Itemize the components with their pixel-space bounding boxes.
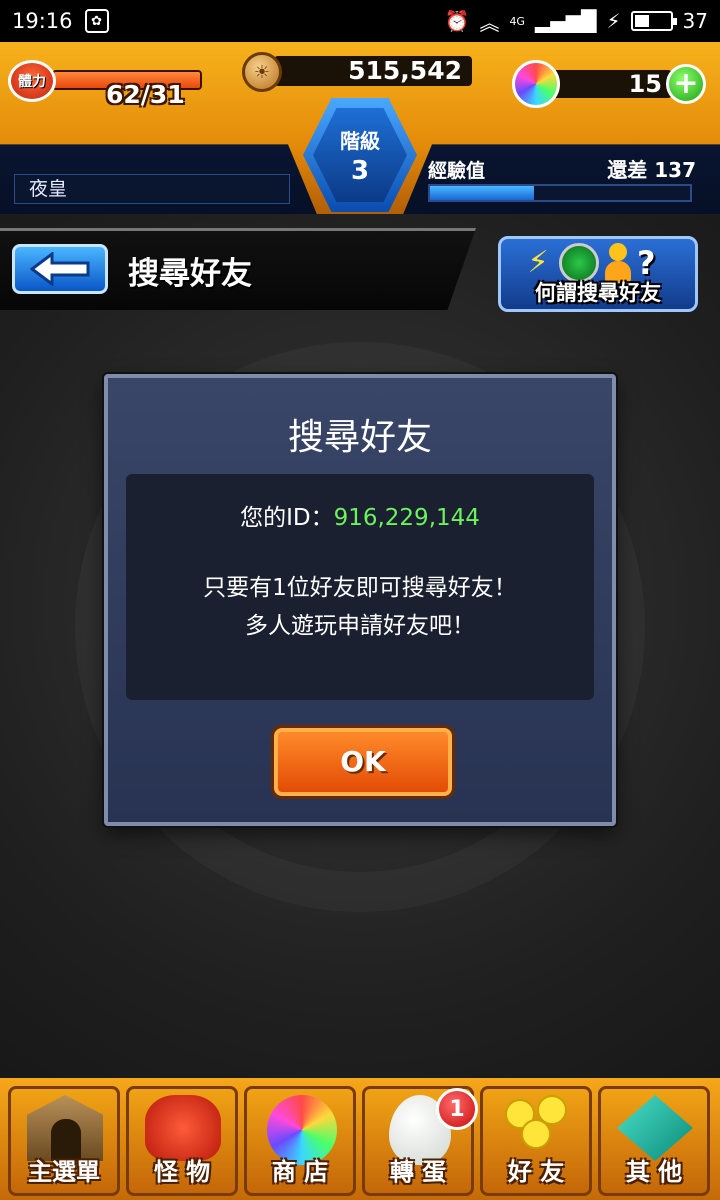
- orb-value: 15: [628, 70, 662, 98]
- nav-label-other: 其 他: [625, 1158, 683, 1186]
- coin-bar: 515,542: [274, 56, 472, 86]
- charging-icon: ⚡: [606, 9, 621, 33]
- gacha-notification-badge: 1: [436, 1088, 478, 1130]
- id-label: 您的ID：: [240, 505, 334, 531]
- rainbow-orb-icon: [512, 60, 560, 108]
- signal-icon: ▂▄▆█: [534, 9, 597, 33]
- exp-label: 經驗值: [428, 160, 486, 182]
- ok-button[interactable]: OK: [274, 728, 452, 796]
- rank-label: 階級: [340, 128, 380, 153]
- buy-orbs-button[interactable]: +: [666, 64, 706, 104]
- nav-main-menu[interactable]: 主選單: [8, 1086, 120, 1196]
- id-value: 916,229,144: [333, 505, 480, 531]
- back-button[interactable]: [12, 244, 108, 294]
- nav-label-friends: 好 友: [507, 1158, 565, 1186]
- nav-label-monsters: 怪 物: [153, 1158, 211, 1186]
- orb-bar: 15: [552, 70, 672, 98]
- exp-bar-fill: [430, 186, 534, 200]
- nav-label-gacha: 轉 蛋: [389, 1158, 447, 1186]
- stamina-label: 體力: [18, 74, 46, 90]
- nav-label-main-menu: 主選單: [28, 1158, 100, 1186]
- dialog-message-line2: 多人遊玩申請好友吧！: [245, 613, 475, 639]
- battery-level: 37: [682, 9, 708, 33]
- nav-shop[interactable]: 商 店: [244, 1086, 356, 1196]
- lightning-icon: ⚡: [527, 245, 549, 280]
- uc-browser-icon: ✿: [84, 9, 109, 33]
- user-id-line: 您的ID：916,229,144: [126, 498, 594, 532]
- status-bar: 19:16 ✿ ⏰ ︽ 4G ▂▄▆█ ⚡ 37: [0, 0, 720, 42]
- orb-counter: 15 +: [512, 60, 712, 108]
- nav-monsters[interactable]: 怪 物: [126, 1086, 238, 1196]
- rank-value: 3: [350, 155, 370, 186]
- nav-other[interactable]: 其 他: [598, 1086, 710, 1196]
- nav-friends[interactable]: 好 友: [480, 1086, 592, 1196]
- dialog-body: 您的ID：916,229,144 只要有1位好友即可搜尋好友！ 多人遊玩申請好友…: [126, 474, 594, 700]
- status-time: 19:16: [12, 9, 73, 33]
- wifi-icon: ︽: [479, 10, 500, 35]
- coin-counter: 515,542 ☀: [228, 48, 480, 92]
- help-search-friends-button[interactable]: ⚡ ? 何謂搜尋好友: [498, 236, 698, 312]
- help-label: 何謂搜尋好友: [535, 281, 661, 305]
- dialog-message-line1: 只要有1位好友即可搜尋好友！: [203, 575, 517, 601]
- exp-remaining: 還差 137: [607, 158, 696, 182]
- nav-label-shop: 商 店: [271, 1158, 329, 1186]
- coin-value: 515,542: [348, 56, 462, 85]
- alarm-icon: ⏰: [444, 9, 470, 33]
- back-arrow-icon: [30, 252, 90, 286]
- network-type: 4G: [509, 14, 525, 28]
- page-title: 搜尋好友: [128, 256, 252, 292]
- gold-coin-icon: ☀: [242, 52, 282, 92]
- stamina-meter: 體力 62/31: [6, 56, 216, 109]
- exp-bar: [428, 184, 692, 202]
- battery-icon: [630, 11, 677, 31]
- dialog-title: 搜尋好友: [287, 417, 432, 458]
- search-friends-dialog: 搜尋好友 您的ID：916,229,144 只要有1位好友即可搜尋好友！ 多人遊…: [104, 374, 616, 826]
- stamina-flame-icon: 體力: [8, 60, 56, 102]
- stamina-value: 62/31: [106, 80, 185, 109]
- player-nickname: 夜皇: [14, 174, 290, 204]
